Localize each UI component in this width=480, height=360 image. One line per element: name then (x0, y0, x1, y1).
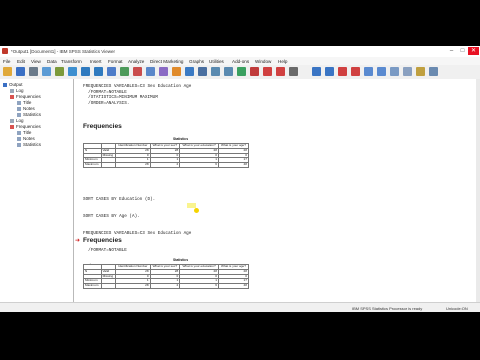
syntax-line: SORT CASES BY Education (D). (83, 197, 156, 203)
syntax-block-1: FREQUENCIES VARIABLES=C3 Sex Education A… (83, 84, 192, 106)
processor-status: IBM SPSS Statistics Processor is ready (352, 306, 423, 311)
menu-analyze[interactable]: Analyze (128, 59, 144, 64)
statistics-table-1[interactable]: Identification Number What is your sex? … (83, 143, 249, 168)
recall-dialog-icon[interactable] (68, 67, 77, 76)
outline-item-output[interactable]: Output (3, 82, 23, 87)
export-icon[interactable] (55, 67, 64, 76)
statistics-table-icon (17, 142, 21, 147)
log-icon (10, 88, 14, 93)
menu-format[interactable]: Format (108, 59, 123, 64)
menu-graphs[interactable]: Graphs (189, 59, 204, 64)
options-icon[interactable] (429, 67, 438, 76)
print-icon[interactable] (29, 67, 38, 76)
frequencies-book-icon (10, 124, 14, 129)
outline-pane: Output Log Frequencies Title Notes Stati… (0, 79, 74, 302)
vertical-scrollbar[interactable] (476, 79, 480, 302)
goto-variable-icon[interactable] (133, 67, 142, 76)
unicode-status: Unicode:ON (446, 306, 468, 311)
insert-title-icon[interactable] (364, 67, 373, 76)
close-button[interactable]: ✕ (468, 47, 479, 55)
window-title: *Output1 [Document1] - IBM SPSS Statisti… (11, 49, 115, 54)
plus-icon[interactable] (338, 67, 347, 76)
menu-data[interactable]: Data (47, 59, 57, 64)
notes-icon (17, 106, 21, 111)
maximize-button[interactable]: □ (457, 47, 468, 55)
outline-item-title[interactable]: Title (17, 100, 31, 105)
outline-item-title-2[interactable]: Title (17, 130, 31, 135)
menu-window[interactable]: Window (255, 59, 271, 64)
output-content-pane[interactable]: FREQUENCIES VARIABLES=C3 Sex Education A… (74, 79, 478, 302)
statistics-table-icon (17, 112, 21, 117)
menu-utilities[interactable]: Utilities (209, 59, 224, 64)
use-variable-sets-icon[interactable] (159, 67, 168, 76)
outline-item-frequencies-2[interactable]: Frequencies (10, 124, 41, 129)
table-row: Maximum 28 2 6 48 (83, 283, 249, 289)
redo-icon[interactable] (94, 67, 103, 76)
menu-file[interactable]: File (3, 59, 10, 64)
menu-direct-marketing[interactable]: Direct Marketing (150, 59, 183, 64)
spss-viewer-window: *Output1 [Document1] - IBM SPSS Statisti… (0, 46, 480, 312)
mouse-cursor-icon (194, 208, 199, 213)
menu-help[interactable]: Help (278, 59, 287, 64)
show-all-variables-icon[interactable] (172, 67, 181, 76)
outline-item-notes[interactable]: Notes (17, 106, 35, 111)
show-icon[interactable] (276, 67, 285, 76)
designate-window-icon[interactable] (185, 67, 194, 76)
goto-case-icon[interactable] (120, 67, 129, 76)
spss-app-icon (2, 48, 8, 54)
menu-insert[interactable]: Insert (90, 59, 102, 64)
title-icon (17, 130, 21, 135)
outline-item-statistics[interactable]: Statistics (17, 112, 41, 117)
arrow-left-icon[interactable] (312, 67, 321, 76)
toolbar (0, 65, 480, 80)
outline-item-statistics-2[interactable]: Statistics (17, 142, 41, 147)
frequencies-book-icon (10, 94, 14, 99)
insert-object-icon[interactable] (403, 67, 412, 76)
insert-heading-icon[interactable] (289, 67, 298, 76)
title-bar: *Output1 [Document1] - IBM SPSS Statisti… (0, 46, 480, 57)
select-last-output-icon[interactable] (198, 67, 207, 76)
outline-item-notes-2[interactable]: Notes (17, 136, 35, 141)
log-icon (10, 118, 14, 123)
frequencies-heading-2: Frequencies (83, 237, 122, 244)
title-icon (17, 100, 21, 105)
demote-icon[interactable] (224, 67, 233, 76)
insert-image-icon[interactable] (390, 67, 399, 76)
variables-icon[interactable] (146, 67, 155, 76)
undo-icon[interactable] (81, 67, 90, 76)
statistics-table-2[interactable]: Identification Number What is your sex? … (83, 264, 249, 289)
syntax-line: FREQUENCIES VARIABLES=C3 Sex Education A… (83, 230, 192, 236)
current-item-arrow-icon: ➜ (75, 238, 81, 244)
output-book-icon (3, 82, 7, 87)
outline-item-log[interactable]: Log (10, 88, 24, 93)
menu-bar: File Edit View Data Transform Insert For… (0, 57, 480, 65)
outline-item-log-2[interactable]: Log (10, 118, 24, 123)
notes-icon (17, 136, 21, 141)
save-icon[interactable] (16, 67, 25, 76)
menu-transform[interactable]: Transform (61, 59, 82, 64)
menu-add-ons[interactable]: Add-ons (232, 59, 249, 64)
menu-edit[interactable]: Edit (17, 59, 25, 64)
syntax-line: SORT CASES BY Age (A). (83, 213, 140, 219)
table-row: Maximum 28 2 6 48 (83, 162, 249, 168)
goto-data-icon[interactable] (107, 67, 116, 76)
collapse-icon[interactable] (250, 67, 259, 76)
promote-icon[interactable] (211, 67, 220, 76)
statistics-table-1-title: Statistics (173, 137, 189, 141)
statistics-table-2-title: Statistics (173, 258, 189, 262)
expand-icon[interactable] (237, 67, 246, 76)
print-preview-icon[interactable] (42, 67, 51, 76)
minimize-button[interactable]: – (446, 47, 457, 55)
menu-view[interactable]: View (31, 59, 41, 64)
show-hidden-icon[interactable] (416, 67, 425, 76)
open-folder-icon[interactable] (3, 67, 12, 76)
outline-item-frequencies[interactable]: Frequencies (10, 94, 41, 99)
minus-icon[interactable] (351, 67, 360, 76)
frequencies-heading-1: Frequencies (83, 123, 122, 130)
arrow-right-icon[interactable] (325, 67, 334, 76)
insert-text-icon[interactable] (377, 67, 386, 76)
hide-icon[interactable] (263, 67, 272, 76)
syntax-line: /FORMAT=NOTABLE (83, 247, 127, 253)
status-bar: IBM SPSS Statistics Processor is ready U… (0, 302, 480, 312)
